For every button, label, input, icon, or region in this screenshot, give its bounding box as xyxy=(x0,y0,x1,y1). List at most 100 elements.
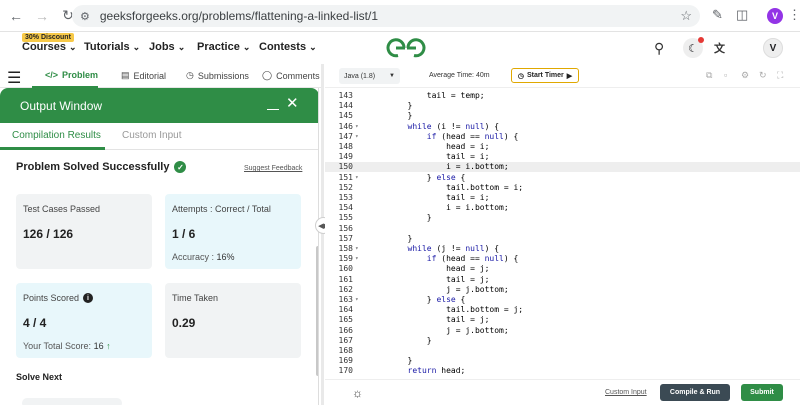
code-text: j = j.bottom; xyxy=(369,284,509,294)
menu-practice[interactable]: Practice ⌄ xyxy=(197,41,250,53)
bookmark-star-icon[interactable]: ☆ xyxy=(680,8,692,24)
code-text: head = i; xyxy=(369,142,490,151)
user-avatar[interactable]: V xyxy=(763,38,783,58)
extensions-puzzle-icon[interactable]: ◫ xyxy=(736,7,748,23)
translate-icon[interactable]: 文 xyxy=(714,40,725,56)
code-line[interactable]: 152 tail.bottom = i; xyxy=(325,183,800,193)
code-line[interactable]: 168 xyxy=(325,346,800,356)
fold-arrow-icon[interactable]: ▾ xyxy=(355,132,359,142)
reset-icon[interactable]: ↻ xyxy=(759,70,767,81)
lightbulb-icon[interactable]: ☼ xyxy=(352,386,363,400)
editor-toolbar: Java (1.8) ▼ Average Time: 40m ◷ Start Tim… xyxy=(325,64,800,88)
tab-problem[interactable]: </> Problem xyxy=(45,70,98,80)
language-select[interactable]: Java (1.8) ▼ xyxy=(339,68,400,84)
code-line[interactable]: 145 } xyxy=(325,111,800,121)
line-number: 158 xyxy=(338,244,353,253)
editor-bottom-bar: ☼ Custom Input Compile & Run Submit xyxy=(325,379,800,405)
line-number: 161 xyxy=(338,274,353,284)
tab-comments[interactable]: ◯ Comments xyxy=(262,70,320,81)
total-score-value: 16 xyxy=(93,341,104,351)
code-line[interactable]: 166 j = j.bottom; xyxy=(325,326,800,336)
save-icon[interactable]: ▫ xyxy=(724,70,727,80)
minimize-button[interactable] xyxy=(267,98,279,110)
menu-tutorials[interactable]: Tutorials ⌄ xyxy=(84,41,140,53)
code-line[interactable]: 161 tail = j; xyxy=(325,275,800,285)
output-window: Output Window ✕ Compilation Results Cust… xyxy=(0,88,319,405)
output-tabs: Compilation Results Custom Input xyxy=(0,123,318,150)
browser-profile-avatar[interactable]: V xyxy=(767,8,783,24)
code-line[interactable]: 162 j = j.bottom; xyxy=(325,285,800,295)
fold-arrow-icon[interactable]: ▾ xyxy=(355,295,359,305)
close-icon[interactable]: ✕ xyxy=(286,96,299,112)
code-line[interactable]: 169 } xyxy=(325,356,800,366)
code-line[interactable]: 143 tail = temp; xyxy=(325,91,800,101)
submit-button[interactable]: Submit xyxy=(741,384,783,401)
panel-splitter[interactable] xyxy=(321,64,324,405)
fold-arrow-icon[interactable]: ▾ xyxy=(355,122,359,132)
dark-mode-toggle[interactable]: ☾ xyxy=(683,37,704,58)
chevron-down-icon: ▼ xyxy=(389,73,395,79)
menu-courses[interactable]: Courses ⌄ xyxy=(22,41,77,53)
code-text: tail = i; xyxy=(369,152,490,162)
tab-submissions[interactable]: ◷ Submissions xyxy=(186,70,249,81)
site-info-icon[interactable]: ⚙ xyxy=(80,10,90,23)
next-problem-card[interactable] xyxy=(22,398,122,405)
code-line[interactable]: 156 xyxy=(325,224,800,234)
fold-arrow-icon[interactable]: ▾ xyxy=(355,254,359,264)
settings-icon[interactable]: ⚙ xyxy=(741,70,749,81)
code-line[interactable]: 158 ▾ while (j != null) { xyxy=(325,244,800,254)
code-line[interactable]: 153 tail = i; xyxy=(325,193,800,203)
start-timer-button[interactable]: ◷ Start Timer ▶ xyxy=(511,68,579,83)
code-text: } xyxy=(369,101,413,111)
line-number: 152 xyxy=(338,182,353,192)
code-line[interactable]: 155 } xyxy=(325,213,800,223)
code-line[interactable]: 144 } xyxy=(325,101,800,111)
address-bar[interactable]: ⚙ geeksforgeeks.org/problems/flattening-… xyxy=(72,5,700,27)
line-number: 148 xyxy=(338,142,353,151)
fullscreen-icon[interactable]: ⛶ xyxy=(777,70,783,81)
tab-problem-label: Problem xyxy=(62,70,99,80)
code-line[interactable]: 146 ▾ while (i != null) { xyxy=(325,122,800,132)
code-line[interactable]: 160 head = j; xyxy=(325,264,800,274)
custom-input-link[interactable]: Custom Input xyxy=(605,389,647,396)
tab-custom-input[interactable]: Custom Input xyxy=(122,130,181,141)
copy-icon[interactable]: ⧉ xyxy=(706,70,712,81)
code-editor[interactable]: 143 tail = temp; 144 } 145 } 146 ▾ while (i … xyxy=(325,88,800,378)
menu-contests[interactable]: Contests ⌄ xyxy=(259,41,317,53)
code-line[interactable]: 164 tail.bottom = j; xyxy=(325,305,800,315)
play-icon: ▶ xyxy=(566,72,573,80)
compile-run-button[interactable]: Compile & Run xyxy=(660,384,730,401)
accuracy-line: Accuracy : 16% xyxy=(172,252,235,262)
code-line[interactable]: 159 ▾ if (head == null) { xyxy=(325,254,800,264)
code-line[interactable]: 154 i = i.bottom; xyxy=(325,203,800,213)
code-line[interactable]: 171 } xyxy=(325,377,800,378)
search-icon[interactable]: ⚲ xyxy=(654,40,664,57)
code-line[interactable]: 151 ▾ } else { xyxy=(325,173,800,183)
code-line[interactable]: 170 return head; xyxy=(325,366,800,376)
line-number: 145 xyxy=(338,111,353,121)
fold-arrow-icon[interactable]: ▾ xyxy=(355,244,359,254)
suggest-feedback-link[interactable]: Suggest Feedback xyxy=(244,165,302,172)
code-line[interactable]: 149 tail = i; xyxy=(325,152,800,162)
code-line[interactable]: 150 i = i.bottom; xyxy=(325,162,800,173)
code-line[interactable]: 163 ▾ } else { xyxy=(325,295,800,305)
pen-extension-icon[interactable]: ✎ xyxy=(712,7,723,23)
gfg-logo[interactable] xyxy=(385,37,427,59)
code-line[interactable]: 147 ▾ if (head == null) { xyxy=(325,132,800,142)
fold-arrow-icon[interactable]: ▾ xyxy=(355,173,359,183)
info-icon[interactable]: i xyxy=(83,293,94,303)
code-text: tail = j; xyxy=(369,315,490,325)
tab-compilation-results[interactable]: Compilation Results xyxy=(12,130,101,141)
back-arrow-icon[interactable]: ← xyxy=(6,6,26,26)
hamburger-menu-icon[interactable]: ☰ xyxy=(7,68,21,88)
code-line[interactable]: 157 } xyxy=(325,234,800,244)
line-number: 144 xyxy=(338,101,353,111)
scrollbar[interactable] xyxy=(316,246,318,376)
browser-menu-icon[interactable]: ⋮ xyxy=(788,7,800,23)
menu-jobs[interactable]: Jobs ⌄ xyxy=(149,41,185,53)
code-line[interactable]: 148 head = i; xyxy=(325,142,800,152)
code-line[interactable]: 165 tail = j; xyxy=(325,315,800,325)
tab-editorial[interactable]: ▤ Editorial xyxy=(121,70,166,81)
forward-arrow-icon[interactable]: → xyxy=(32,6,52,26)
code-line[interactable]: 167 } xyxy=(325,336,800,346)
